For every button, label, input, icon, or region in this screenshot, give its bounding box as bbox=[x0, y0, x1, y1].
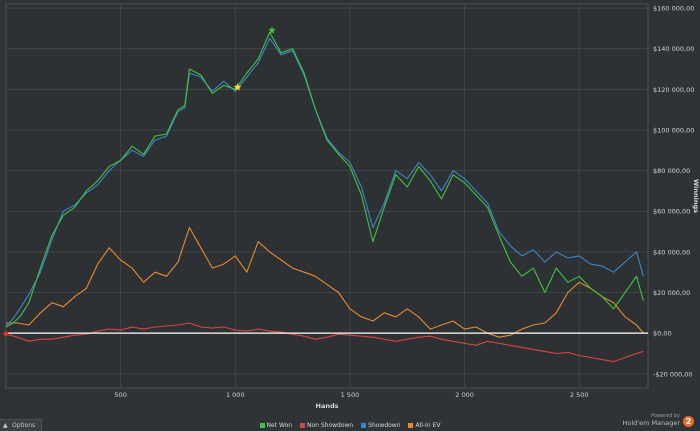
legend-item-non-showdown[interactable]: Non Showdown bbox=[299, 422, 354, 429]
y-tick-label: $40 000,00 bbox=[653, 248, 690, 256]
y-tick-label: $120 000,00 bbox=[653, 86, 694, 94]
legend-label: All-In EV bbox=[415, 422, 441, 429]
legend-swatch bbox=[299, 423, 305, 428]
x-axis-label: Hands bbox=[316, 402, 339, 410]
legend-item-net-won[interactable]: Net Won bbox=[259, 422, 293, 429]
y-tick-label: $0,00 bbox=[653, 330, 672, 338]
x-tick-label: 1 500 bbox=[341, 391, 360, 399]
y-tick-label: $60 000,00 bbox=[653, 208, 690, 216]
legend-item-all-in-ev[interactable]: All-In EV bbox=[408, 422, 440, 429]
legend: Net Won Non Showdown Showdown All-In EV bbox=[0, 422, 700, 429]
y-tick-label: -$20 000,00 bbox=[653, 370, 693, 378]
y-tick-label: $160 000,00 bbox=[653, 5, 694, 13]
y-axis-label: Winnings bbox=[692, 179, 700, 213]
chart-footer: ▲ Options Net Won Non Showdown Showdown … bbox=[0, 413, 700, 431]
x-tick-label: 500 bbox=[114, 391, 126, 399]
legend-swatch bbox=[408, 423, 414, 428]
y-tick-label: $80 000,00 bbox=[653, 167, 690, 175]
hm2-logo-icon: 2 bbox=[683, 416, 694, 427]
x-tick-label: 2 000 bbox=[455, 391, 474, 399]
legend-swatch bbox=[361, 423, 367, 428]
y-tick-label: $20 000,00 bbox=[653, 289, 690, 297]
y-tick-label: $140 000,00 bbox=[653, 45, 694, 53]
legend-label: Showdown bbox=[368, 422, 401, 429]
legend-label: Net Won bbox=[266, 422, 293, 429]
legend-label: Non Showdown bbox=[306, 422, 354, 429]
legend-swatch bbox=[259, 423, 265, 428]
winnings-chart: -$20 000,00 $0,00 $20 000,00 $40 000,00 $60 … bbox=[0, 0, 700, 431]
legend-item-showdown[interactable]: Showdown bbox=[361, 422, 401, 429]
x-tick-label: 1 000 bbox=[226, 391, 245, 399]
x-tick-label: 2 500 bbox=[570, 391, 589, 399]
y-tick-label: $100 000,00 bbox=[653, 126, 694, 134]
chart-svg: -$20 000,00 $0,00 $20 000,00 $40 000,00 $60 … bbox=[3, 3, 700, 410]
brand-name: Hold'em Manager bbox=[622, 419, 680, 427]
brand: Powered by Hold'em Manager 2 bbox=[623, 413, 694, 427]
